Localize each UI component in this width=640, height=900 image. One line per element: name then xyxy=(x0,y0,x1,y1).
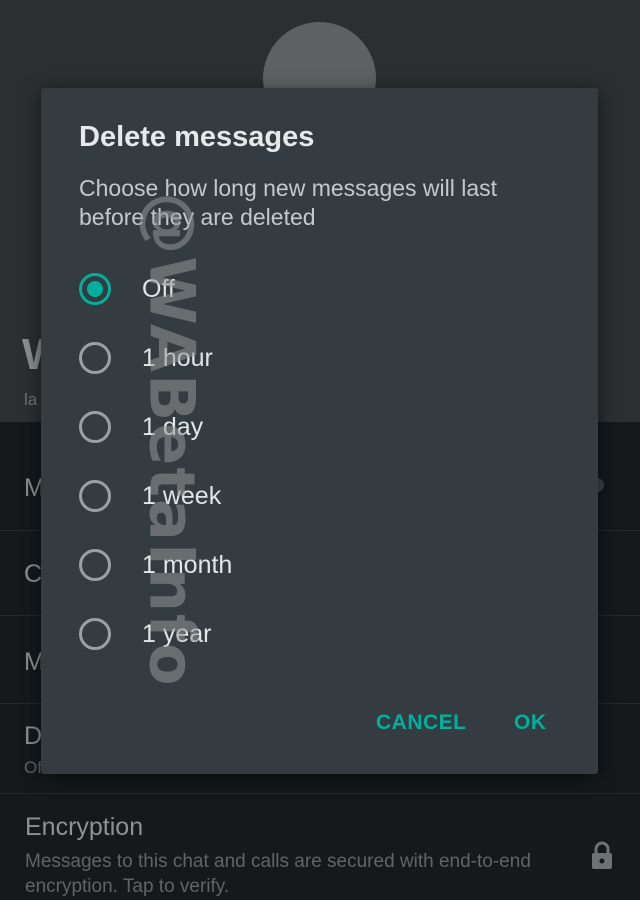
option-1-month[interactable]: 1 month xyxy=(79,537,559,593)
settings-row-label[interactable]: M xyxy=(24,648,42,680)
encryption-description[interactable]: Messages to this chat and calls are secu… xyxy=(25,849,545,899)
dialog-title: Delete messages xyxy=(79,121,315,153)
cancel-button[interactable]: CANCEL xyxy=(376,711,467,735)
option-label: 1 year xyxy=(142,619,212,648)
option-1-week[interactable]: 1 week xyxy=(79,468,559,524)
option-1-year[interactable]: 1 year xyxy=(79,606,559,662)
encryption-title[interactable]: Encryption xyxy=(25,813,143,842)
contact-last-seen: la xyxy=(24,390,38,409)
lock-icon xyxy=(592,841,612,869)
radio-unselected-icon[interactable] xyxy=(79,549,111,581)
settings-row-label[interactable]: M xyxy=(24,474,42,506)
radio-selected-icon[interactable] xyxy=(79,273,111,305)
option-label: 1 day xyxy=(142,412,204,441)
settings-row-value: Of xyxy=(24,758,42,777)
option-1-day[interactable]: 1 day xyxy=(79,399,559,455)
radio-unselected-icon[interactable] xyxy=(79,342,111,374)
option-label: 1 week xyxy=(142,481,222,510)
divider xyxy=(0,793,640,794)
radio-unselected-icon[interactable] xyxy=(79,411,111,443)
settings-row-label[interactable]: D xyxy=(24,722,42,754)
dialog-description: Choose how long new messages will last b… xyxy=(79,175,498,230)
radio-unselected-icon[interactable] xyxy=(79,480,111,512)
delete-messages-dialog: Delete messages Choose how long new mess… xyxy=(41,88,598,774)
option-label: Off xyxy=(142,274,175,303)
option-off[interactable]: Off xyxy=(79,261,559,317)
ok-button[interactable]: OK xyxy=(514,711,547,735)
option-1-hour[interactable]: 1 hour xyxy=(79,330,559,386)
settings-row-label[interactable]: C xyxy=(24,560,42,592)
radio-unselected-icon[interactable] xyxy=(79,618,111,650)
option-label: 1 month xyxy=(142,550,233,579)
option-label: 1 hour xyxy=(142,343,213,372)
